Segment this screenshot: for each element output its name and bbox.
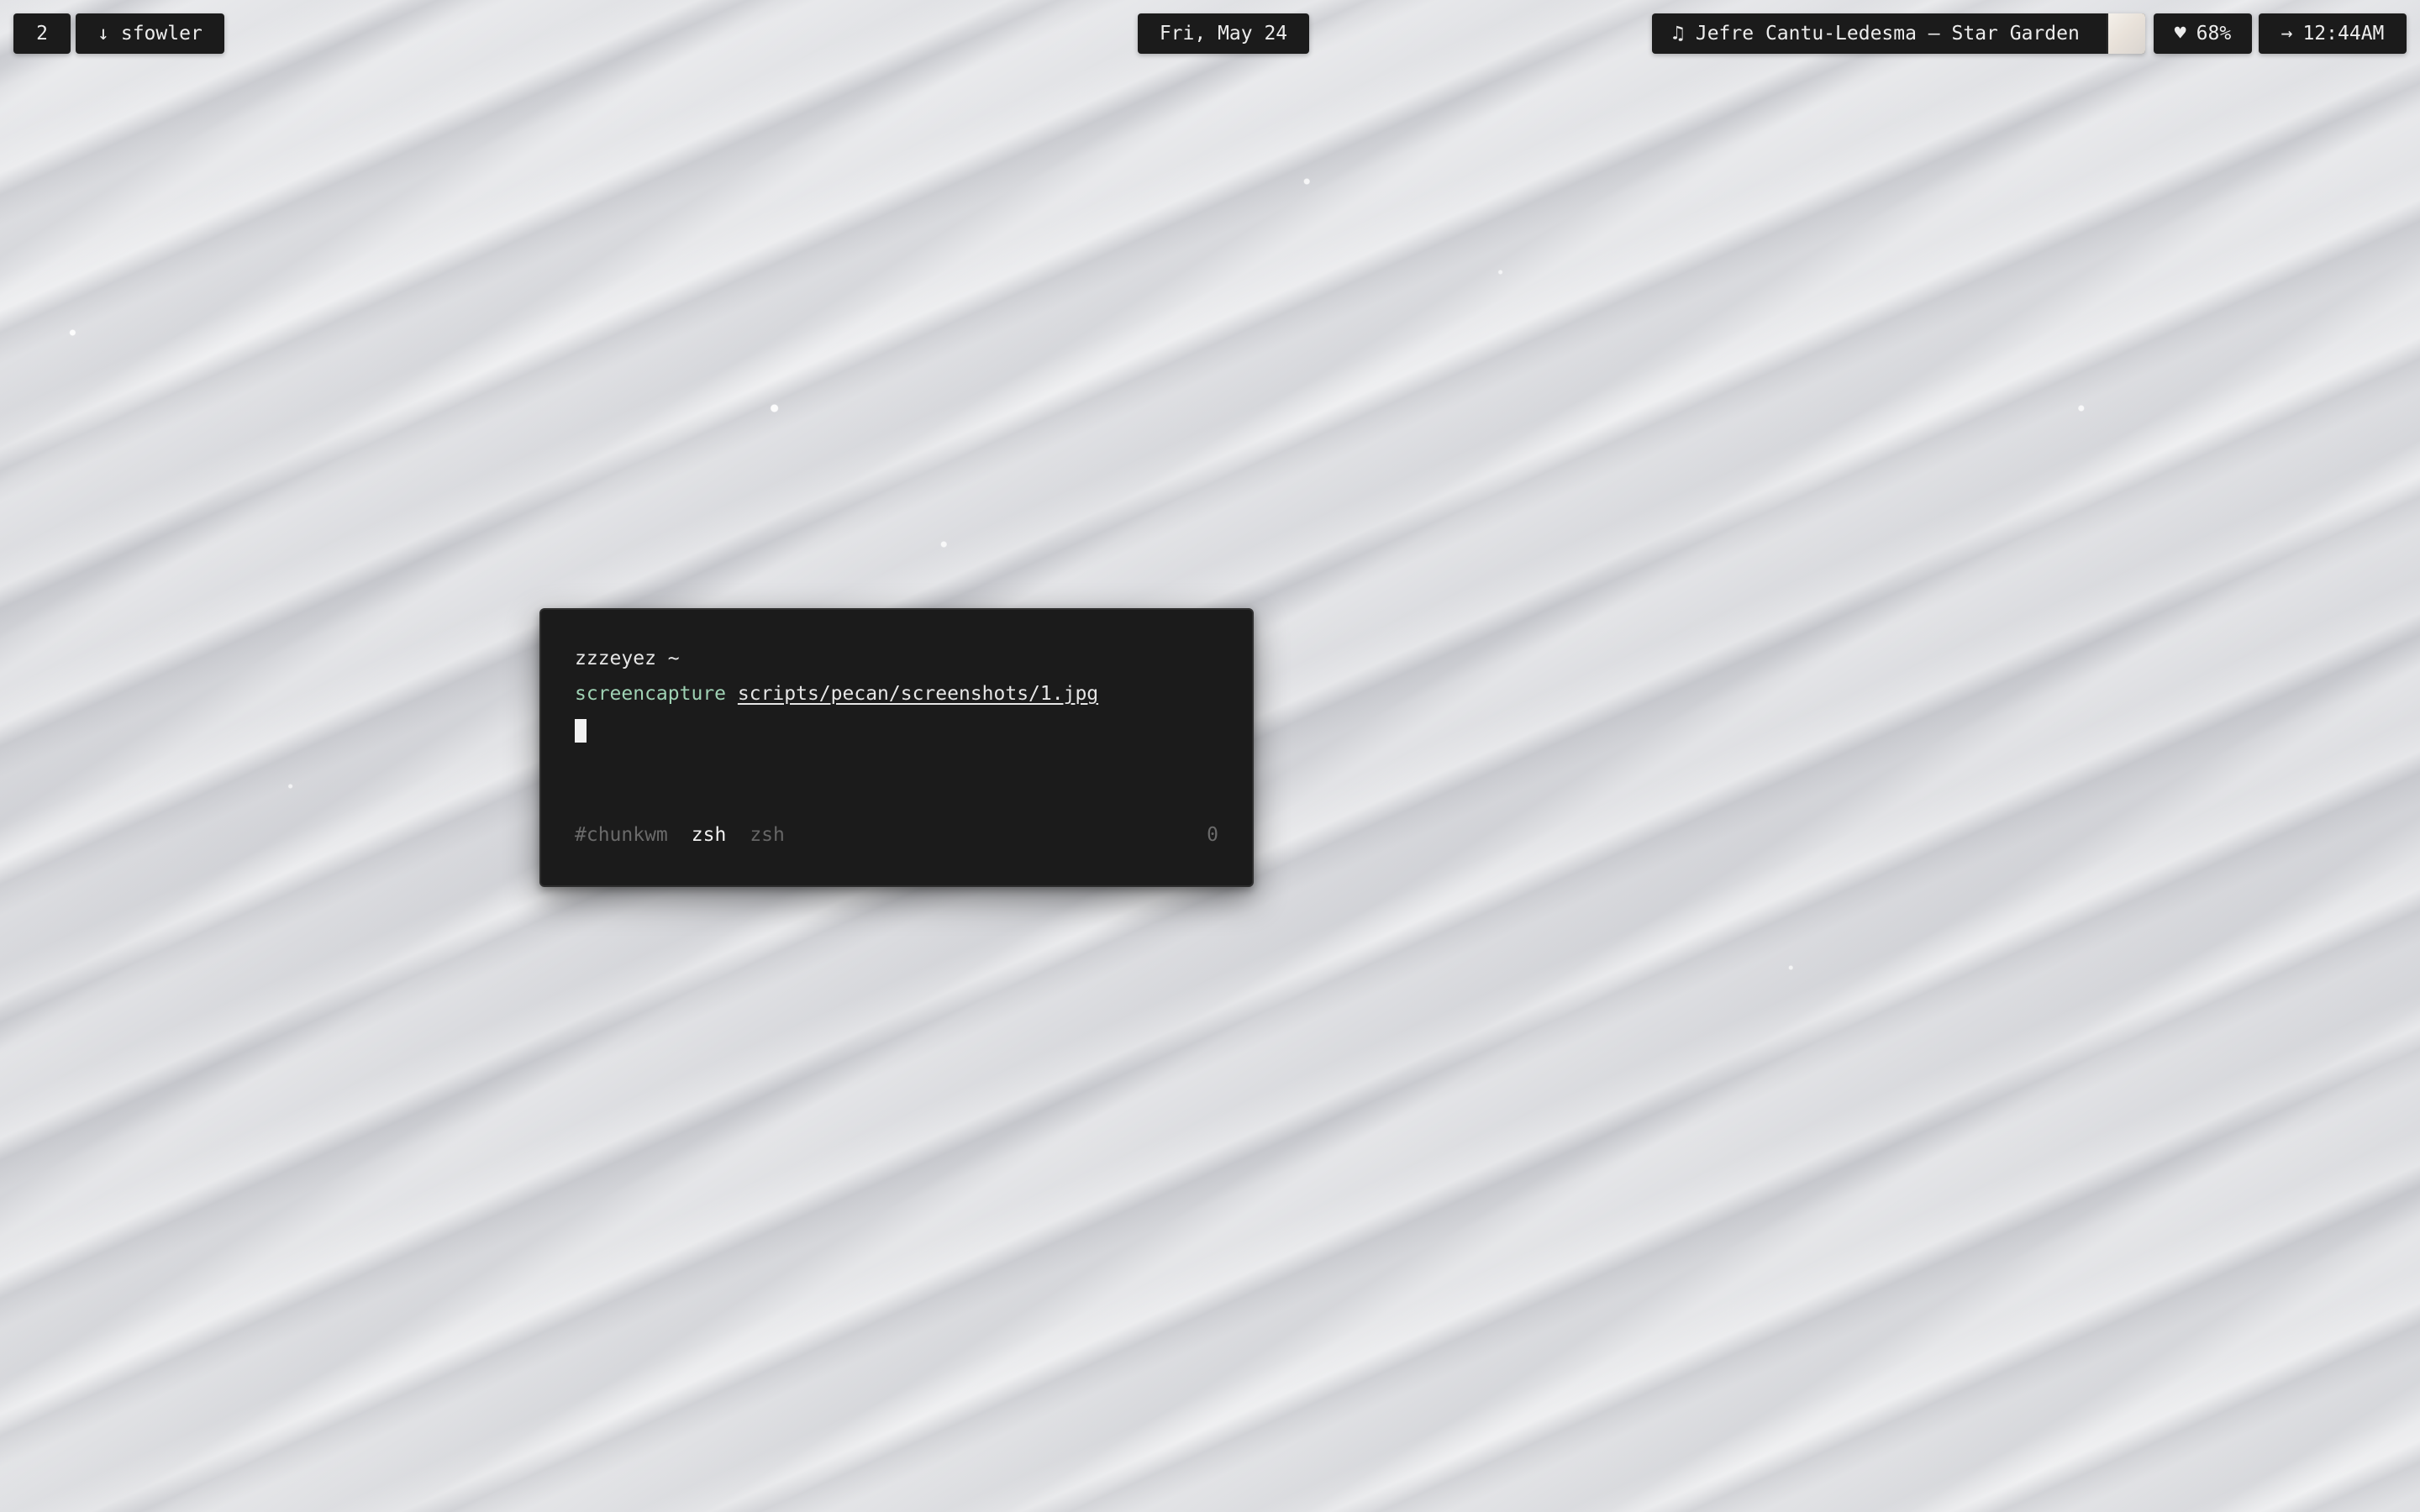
tmux-status-line: #chunkwm zsh zsh 0 bbox=[575, 823, 1218, 847]
now-playing-track: Jefre Cantu-Ledesma – Star Garden bbox=[1695, 23, 2080, 45]
clock-widget[interactable]: → 12:44AM bbox=[2259, 13, 2407, 54]
date-widget[interactable]: Fri, May 24 bbox=[1138, 13, 1309, 54]
terminal-cursor bbox=[575, 719, 587, 743]
music-note-icon: ♫ bbox=[1672, 23, 1684, 45]
terminal-argument[interactable]: scripts/pecan/screenshots/1.jpg bbox=[738, 683, 1098, 705]
terminal-window[interactable]: zzzeyez ~ screencapture scripts/pecan/sc… bbox=[539, 608, 1254, 887]
tmux-window[interactable]: zsh bbox=[750, 823, 785, 847]
tmux-session-name[interactable]: #chunkwm bbox=[575, 823, 668, 847]
workspace-number: 2 bbox=[36, 23, 48, 45]
now-playing-widget[interactable]: ♫ Jefre Cantu-Ledesma – Star Garden bbox=[1652, 13, 2145, 54]
arrow-right-icon: → bbox=[2281, 23, 2293, 45]
album-art bbox=[2107, 13, 2145, 54]
battery-level: 68% bbox=[2196, 23, 2232, 45]
terminal-command: screencapture bbox=[575, 683, 727, 705]
user-widget[interactable]: ↓ sfowler bbox=[76, 13, 224, 54]
user-name: sfowler bbox=[120, 23, 203, 45]
tmux-window-active[interactable]: zsh bbox=[692, 823, 727, 847]
clock-time: 12:44AM bbox=[2302, 23, 2385, 45]
battery-widget[interactable]: ♥ 68% bbox=[2154, 13, 2252, 54]
date-text: Fri, May 24 bbox=[1159, 23, 1288, 45]
arrow-down-icon: ↓ bbox=[97, 23, 109, 45]
terminal-command-line[interactable]: screencapture scripts/pecan/screenshots/… bbox=[575, 682, 1098, 706]
terminal-prompt: zzzeyez ~ bbox=[575, 648, 680, 669]
tmux-status-count: 0 bbox=[1207, 824, 1218, 846]
workspace-indicator[interactable]: 2 bbox=[13, 13, 71, 54]
heart-icon: ♥ bbox=[2174, 23, 2186, 45]
